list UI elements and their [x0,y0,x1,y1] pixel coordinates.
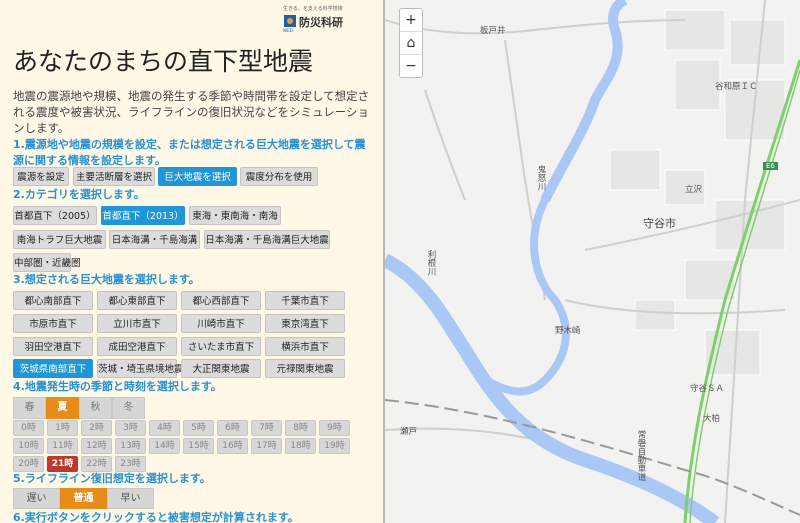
map-label-4: 大柏 [703,414,721,424]
hour-button-21[interactable]: 21時 [47,456,78,472]
quake-button-4[interactable]: 市原市直下 [13,314,93,333]
hour-button-17[interactable]: 17時 [251,438,282,454]
map-label-10: 常磐自動車道 [636,430,646,481]
hour-button-6[interactable]: 6時 [217,420,248,436]
hour-button-22[interactable]: 22時 [81,456,112,472]
quake-button-3[interactable]: 千葉市直下 [265,291,345,310]
category-button-4[interactable]: 日本海溝・千島海溝 [109,230,200,249]
map-label-9: 瀬戸 [400,427,418,437]
category-button-1[interactable]: 首都直下（2013） [101,206,185,225]
category-button-3[interactable]: 南海トラフ巨大地震 [13,230,106,249]
category-button-6[interactable]: 中部圏・近畿圏 [13,253,81,272]
map-zoom-control: + ⌂ − [399,8,423,78]
step-2-label: 2.カテゴリを選択します。 [13,188,145,201]
page-description: 地震の震源地や規模、地震の発生する季節や時間帯を設定して想定される震度や被害状況… [13,89,370,135]
mode-button-0[interactable]: 震源を設定 [13,167,69,186]
map-label-2: 立沢 [685,185,703,195]
quake-button-13[interactable]: 茨城・埼玉県境地震 [97,359,184,378]
quake-button-11[interactable]: 横浜市直下 [265,337,345,356]
hour-button-3[interactable]: 3時 [115,420,146,436]
map-canvas[interactable] [385,0,800,523]
hour-button-12[interactable]: 12時 [81,438,112,454]
hour-button-18[interactable]: 18時 [285,438,316,454]
season-button-3[interactable]: 冬 [112,397,145,419]
hour-button-11[interactable]: 11時 [47,438,78,454]
step-6-label: 6.実行ボタンをクリックすると被害想定が計算されます。 [13,511,299,523]
page-title: あなたのまちの直下型地震 [13,47,314,76]
quake-button-7[interactable]: 東京湾直下 [265,314,345,333]
step-4-label: 4.地震発生時の季節と時刻を選択します。 [13,380,222,393]
category-button-0[interactable]: 首都直下（2005） [13,206,97,225]
map-label-0: 板戸井 [480,26,506,36]
hour-button-9[interactable]: 9時 [319,420,350,436]
map-label-1: 守谷市 [643,217,676,230]
hour-button-10[interactable]: 10時 [13,438,44,454]
quake-button-14[interactable]: 大正関東地震 [181,359,261,378]
logo-tagline: 生きる、を支える科学技術 [283,6,343,12]
quake-button-15[interactable]: 元禄関東地震 [265,359,345,378]
quake-button-5[interactable]: 立川市直下 [97,314,177,333]
hour-button-16[interactable]: 16時 [217,438,248,454]
quake-button-1[interactable]: 都心東部直下 [97,291,177,310]
recovery-button-0[interactable]: 遅い [13,488,60,509]
hour-button-20[interactable]: 20時 [13,456,44,472]
map-view[interactable]: + ⌂ − 板戸井守谷市 立沢野木崎大柏 谷和原ＩＣ E6 鬼怒川利根川瀬戸 常磐自動車道… [385,0,800,523]
quake-button-6[interactable]: 川崎市直下 [181,314,261,333]
logo-sub: NIED [283,28,293,33]
zoom-out-button[interactable]: − [400,55,422,77]
hour-button-14[interactable]: 14時 [149,438,180,454]
map-label-11: 守谷ＳＡ [690,384,725,394]
mode-button-3[interactable]: 震度分布を使用 [240,167,318,186]
hour-button-7[interactable]: 7時 [251,420,282,436]
hour-button-15[interactable]: 15時 [183,438,214,454]
recovery-button-1[interactable]: 普通 [60,488,107,509]
logo-name: 防災科研 [299,16,343,29]
season-button-0[interactable]: 春 [13,397,46,419]
mode-button-1[interactable]: 主要活断層を選択 [73,167,155,186]
quake-button-2[interactable]: 都心西部直下 [181,291,261,310]
mode-button-2[interactable]: 巨大地震を選択 [158,167,237,186]
map-label-3: 野木崎 [555,326,581,336]
map-label-5: 谷和原ＩＣ [715,82,758,92]
map-label-6: E6 [763,162,778,170]
hour-button-2[interactable]: 2時 [81,420,112,436]
map-label-7: 鬼怒川 [536,165,546,191]
quake-button-9[interactable]: 成田空港直下 [97,337,177,356]
quake-button-0[interactable]: 都心南部直下 [13,291,93,310]
hour-button-0[interactable]: 0時 [13,420,44,436]
quake-button-8[interactable]: 羽田空港直下 [13,337,93,356]
zoom-in-button[interactable]: + [400,9,422,32]
hour-button-4[interactable]: 4時 [149,420,180,436]
step-1-label: 1.震源地や地震の規模を設定、または想定される巨大地震を選択して震源に関する情報… [13,138,366,167]
category-button-5[interactable]: 日本海溝・千島海溝巨大地震 [204,230,330,249]
step-3-label: 3.想定される巨大地震を選択します。 [13,273,200,286]
hour-button-19[interactable]: 19時 [319,438,350,454]
season-button-1[interactable]: 夏 [46,397,79,419]
hour-button-23[interactable]: 23時 [115,456,146,472]
quake-button-10[interactable]: さいたま市直下 [181,337,261,356]
nied-logo-icon [284,15,296,27]
map-label-8: 利根川 [426,250,436,276]
hour-button-1[interactable]: 1時 [47,420,78,436]
settings-panel: 生きる、を支える科学技術 防災科研 NIED あなたのまちの直下型地震 地震の震… [0,0,385,523]
quake-button-12[interactable]: 茨城県南部直下 [13,359,93,378]
home-icon[interactable]: ⌂ [400,32,422,55]
season-button-2[interactable]: 秋 [79,397,112,419]
step-5-label: 5.ライフライン復旧想定を選択します。 [13,472,211,485]
hour-button-5[interactable]: 5時 [183,420,214,436]
hour-button-8[interactable]: 8時 [285,420,316,436]
nied-logo: 生きる、を支える科学技術 防災科研 NIED [283,5,363,33]
hour-button-13[interactable]: 13時 [115,438,146,454]
recovery-button-2[interactable]: 早い [107,488,154,509]
category-button-2[interactable]: 東海・東南海・南海 [189,206,281,225]
